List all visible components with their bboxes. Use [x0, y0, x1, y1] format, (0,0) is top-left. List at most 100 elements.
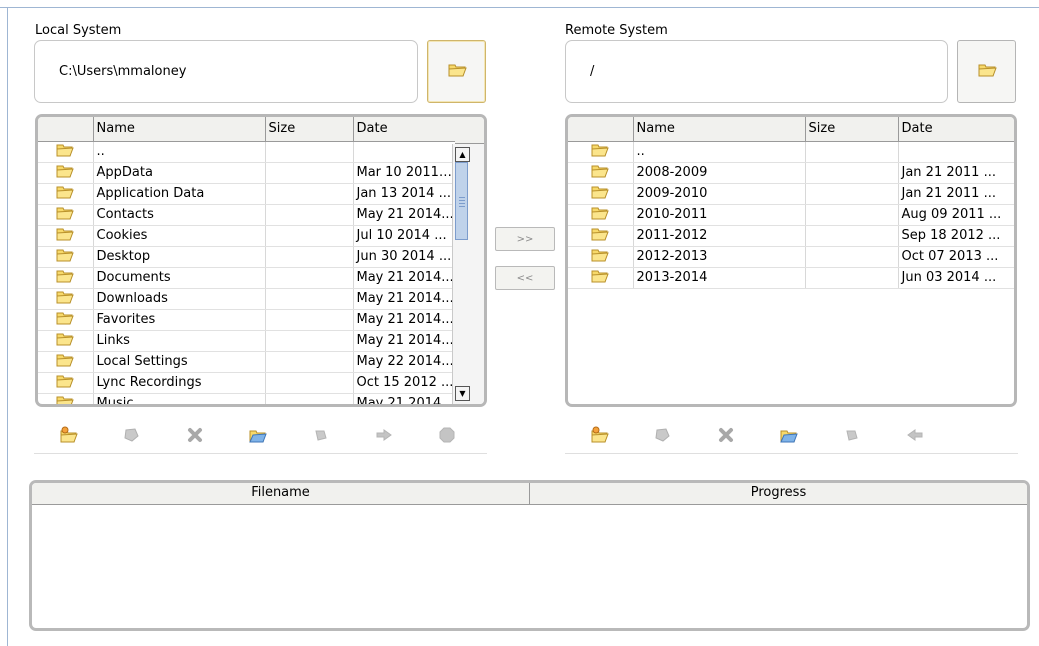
upload-arrow-icon[interactable]: [373, 424, 395, 446]
table-row[interactable]: Contacts May 21 2014...: [38, 204, 456, 226]
window-top-border: [0, 7, 1039, 8]
file-name-cell: 2009-2010: [633, 183, 806, 205]
folder-icon: [38, 162, 94, 184]
column-header-date[interactable]: Date: [353, 117, 456, 142]
table-row[interactable]: 2011-2012 Sep 18 2012 ...: [568, 225, 1014, 247]
file-date-cell: Oct 07 2013 ...: [898, 246, 1014, 268]
folder-icon: [38, 183, 94, 205]
remote-browse-button[interactable]: [957, 40, 1016, 103]
local-browse-button[interactable]: [427, 40, 486, 103]
remote-file-table[interactable]: Name Size Date .. 2008-2009 Jan 21 2011 ..…: [565, 114, 1017, 407]
file-size-cell: [805, 267, 899, 289]
remote-toolbar-divider: [565, 453, 1018, 454]
table-row[interactable]: Desktop Jun 30 2014 ...: [38, 246, 456, 268]
table-row[interactable]: Application Data Jan 13 2014 ...: [38, 183, 456, 205]
new-folder-icon[interactable]: [58, 424, 80, 446]
table-row[interactable]: Favorites May 21 2014...: [38, 309, 456, 331]
file-size-cell: [265, 162, 354, 184]
window-left-border: [7, 7, 8, 646]
file-date-cell: Jun 03 2014 ...: [898, 267, 1014, 289]
folder-icon: [568, 225, 634, 247]
file-size-cell: [805, 246, 899, 268]
scroll-up-button[interactable]: ▲: [455, 147, 470, 162]
file-name-cell: AppData: [93, 162, 266, 184]
column-header-size[interactable]: Size: [805, 117, 899, 142]
column-header-date[interactable]: Date: [898, 117, 1014, 142]
table-row[interactable]: Music May 21 2014...: [38, 393, 456, 404]
table-row[interactable]: Documents May 21 2014...: [38, 267, 456, 289]
header-corner: [455, 117, 484, 144]
local-vertical-scrollbar[interactable]: ▲ ▼: [452, 144, 484, 404]
folder-icon: [568, 162, 634, 184]
refresh-folder-icon[interactable]: [778, 424, 800, 446]
refresh-folder-icon[interactable]: [247, 424, 269, 446]
column-header-name[interactable]: Name: [93, 117, 266, 142]
file-date-cell: May 21 2014...: [353, 204, 456, 226]
file-name-cell: Downloads: [93, 288, 266, 310]
folder-icon: [568, 204, 634, 226]
table-row[interactable]: Local Settings May 22 2014...: [38, 351, 456, 373]
file-date-cell: May 21 2014...: [353, 267, 456, 289]
table-row[interactable]: 2008-2009 Jan 21 2011 ...: [568, 162, 1014, 184]
file-name-cell: Links: [93, 330, 266, 352]
file-size-cell: [265, 309, 354, 331]
upload-button[interactable]: >>: [495, 227, 555, 251]
table-row[interactable]: Links May 21 2014...: [38, 330, 456, 352]
remote-path-text: /: [590, 64, 595, 79]
folder-icon: [447, 61, 467, 82]
table-row[interactable]: 2013-2014 Jun 03 2014 ...: [568, 267, 1014, 289]
folder-icon: [38, 372, 94, 394]
folder-icon: [38, 309, 94, 331]
file-date-cell: Jan 13 2014 ...: [353, 183, 456, 205]
new-folder-icon[interactable]: [589, 424, 611, 446]
file-size-cell: [265, 288, 354, 310]
properties-icon[interactable]: [310, 424, 332, 446]
local-path-text: C:\Users\mmaloney: [59, 64, 187, 79]
file-date-cell: Sep 18 2012 ...: [898, 225, 1014, 247]
table-row[interactable]: ..: [568, 141, 1014, 163]
scroll-down-button[interactable]: ▼: [455, 386, 470, 401]
file-name-cell: ..: [93, 141, 266, 163]
properties-icon[interactable]: [841, 424, 863, 446]
column-header-icon[interactable]: [38, 117, 94, 142]
file-name-cell: 2013-2014: [633, 267, 806, 289]
stop-icon[interactable]: [436, 424, 458, 446]
local-path-field[interactable]: C:\Users\mmaloney: [34, 40, 418, 103]
column-header-icon[interactable]: [568, 117, 634, 142]
remote-path-field[interactable]: /: [565, 40, 948, 103]
file-name-cell: Music: [93, 393, 266, 404]
table-row[interactable]: 2009-2010 Jan 21 2011 ...: [568, 183, 1014, 205]
folder-icon: [38, 204, 94, 226]
column-header-size[interactable]: Size: [265, 117, 354, 142]
file-name-cell: Contacts: [93, 204, 266, 226]
file-date-cell: [353, 141, 456, 163]
table-row[interactable]: Lync Recordings Oct 15 2012 ...: [38, 372, 456, 394]
rename-icon[interactable]: [652, 424, 674, 446]
table-row[interactable]: 2012-2013 Oct 07 2013 ...: [568, 246, 1014, 268]
file-date-cell: May 21 2014...: [353, 393, 456, 404]
file-size-cell: [265, 141, 354, 163]
delete-icon[interactable]: [715, 424, 737, 446]
table-row[interactable]: AppData Mar 10 2011 ...: [38, 162, 456, 184]
file-size-cell: [265, 246, 354, 268]
column-header-progress[interactable]: Progress: [530, 483, 1027, 504]
local-file-table[interactable]: Name Size Date .. AppData Mar 10 2011 ... A…: [35, 114, 487, 407]
table-row[interactable]: ..: [38, 141, 456, 163]
table-row[interactable]: Downloads May 21 2014...: [38, 288, 456, 310]
column-header-name[interactable]: Name: [633, 117, 806, 142]
folder-icon: [568, 267, 634, 289]
column-header-filename[interactable]: Filename: [32, 483, 530, 504]
file-date-cell: May 21 2014...: [353, 330, 456, 352]
table-row[interactable]: Cookies Jul 10 2014 ...: [38, 225, 456, 247]
folder-icon: [38, 288, 94, 310]
scroll-thumb[interactable]: [455, 162, 468, 240]
table-row[interactable]: 2010-2011 Aug 09 2011 ...: [568, 204, 1014, 226]
transfer-progress-table[interactable]: Filename Progress: [29, 480, 1030, 631]
download-arrow-icon[interactable]: [904, 424, 926, 446]
delete-icon[interactable]: [184, 424, 206, 446]
folder-icon: [38, 351, 94, 373]
rename-icon[interactable]: [121, 424, 143, 446]
file-size-cell: [805, 141, 899, 163]
file-name-cell: Favorites: [93, 309, 266, 331]
download-button[interactable]: <<: [495, 266, 555, 290]
